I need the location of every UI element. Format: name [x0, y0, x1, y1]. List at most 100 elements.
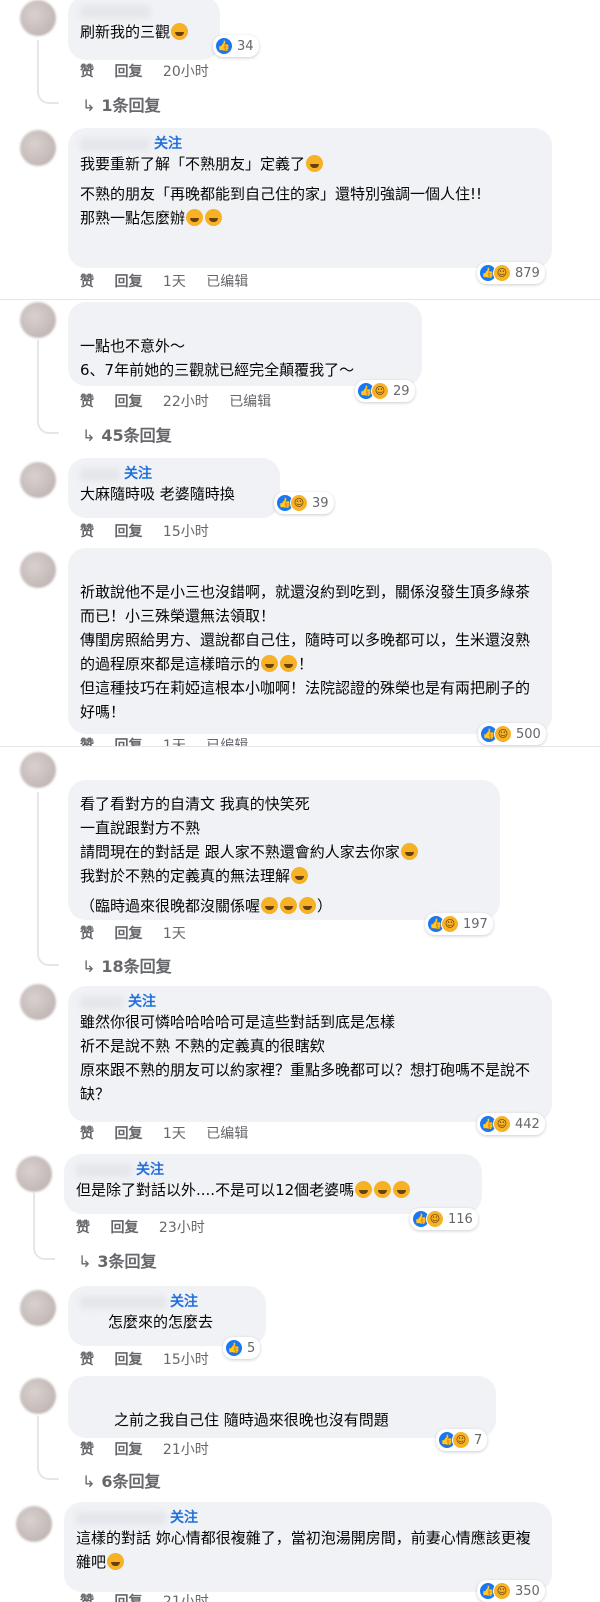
view-replies-link[interactable]: ↳ 18条回复: [82, 953, 172, 977]
comment-time[interactable]: 20小时: [163, 64, 209, 80]
like-button[interactable]: 赞: [80, 64, 94, 80]
reply-button[interactable]: 回复: [114, 1594, 142, 1602]
avatar[interactable]: [20, 1290, 56, 1326]
comment-bubble: 看了看對方的自清文 我真的快笑死 一直說跟對方不熟 請問現在的對話是 跟人家不熟…: [68, 780, 500, 920]
avatar[interactable]: [20, 1378, 56, 1414]
comment-actions: 赞 回复 15小时: [80, 522, 225, 542]
avatar[interactable]: [20, 462, 56, 498]
reaction-summary[interactable]: 👍 ☺ 879: [477, 262, 545, 284]
reaction-summary[interactable]: 👍 ☺ 350: [477, 1580, 545, 1602]
reaction-count: 5: [247, 1340, 256, 1356]
comment-bubble: 关注 這樣的對話 妳心情都很複雜了，當初泡湯開房間，前妻心情應該更複雜吧: [64, 1502, 552, 1592]
reaction-summary[interactable]: 👍 ☺ 39: [274, 492, 334, 514]
reaction-summary[interactable]: 👍 ☺ 29: [355, 380, 415, 402]
comment-time[interactable]: 22小时: [163, 394, 209, 410]
comment-bubble: 祈敢說他不是小三也沒錯啊，就還沒約到吃到，關係沒發生頂多綠茶而已！小三殊榮還無法…: [68, 548, 552, 734]
follow-button[interactable]: 关注: [170, 1294, 198, 1310]
follow-button[interactable]: 关注: [170, 1510, 198, 1526]
reaction-count: 7: [474, 1432, 483, 1448]
comment-text-2: 我對於不熟的定義真的無法理解: [80, 867, 291, 885]
follow-button[interactable]: 关注: [124, 466, 152, 482]
comment-text-3: 但這種技巧在莉婭這根本小咖啊！法院認證的殊榮也是有兩把刷子的好嗎！: [80, 679, 531, 721]
author-name[interactable]: [80, 467, 120, 481]
avatar[interactable]: [20, 752, 56, 788]
reply-button[interactable]: 回复: [114, 524, 142, 540]
like-button[interactable]: 赞: [80, 394, 94, 410]
comment-time[interactable]: 23小时: [159, 1220, 205, 1236]
reply-button[interactable]: 回复: [110, 1220, 138, 1236]
avatar[interactable]: [20, 552, 56, 588]
reaction-summary[interactable]: 👍 ☺ 116: [410, 1208, 478, 1230]
comment-bubble: 一點也不意外～ 6、7年前她的三觀就已經完全顛覆我了～: [68, 302, 422, 386]
rofl-emoji-icon: [400, 843, 418, 860]
view-replies-link[interactable]: ↳ 45条回复: [82, 422, 172, 446]
like-button[interactable]: 赞: [80, 274, 94, 290]
thread-line: [37, 792, 59, 966]
like-button[interactable]: 赞: [76, 1220, 90, 1236]
face-emoji-icon: [306, 155, 324, 172]
comment-time[interactable]: 15小时: [163, 524, 209, 540]
rofl-emoji-icon: [280, 897, 298, 914]
avatar[interactable]: [20, 0, 56, 36]
haha-reaction-icon: ☺: [493, 1115, 511, 1133]
reaction-summary[interactable]: 👍 34: [213, 35, 259, 57]
haha-reaction-icon: ☺: [290, 494, 308, 512]
like-button[interactable]: 赞: [80, 1594, 94, 1602]
reaction-summary[interactable]: 👍 ☺ 500: [478, 723, 546, 745]
reply-button[interactable]: 回复: [114, 274, 142, 290]
rofl-emoji-icon: [299, 897, 317, 914]
comment-text: 大麻隨時吸 老婆隨時換: [80, 485, 235, 503]
author-name[interactable]: [76, 1163, 132, 1177]
author-name[interactable]: [80, 5, 150, 18]
comment-text-2: 不熟的朋友「再晚都能到自己住的家」還特別強調一個人住!! 那熟一點怎麼辦: [80, 185, 483, 227]
author-name[interactable]: [80, 995, 124, 1009]
avatar[interactable]: [20, 984, 56, 1020]
view-replies-link[interactable]: ↳ 6条回复: [82, 1468, 161, 1492]
like-button[interactable]: 赞: [80, 926, 94, 942]
reply-button[interactable]: 回复: [114, 1442, 142, 1458]
view-replies-link[interactable]: ↳ 3条回复: [78, 1248, 157, 1272]
comment-time[interactable]: 1天: [163, 1126, 186, 1142]
reaction-count: 39: [312, 495, 329, 511]
comment-bubble: 之前之我自己住 隨時過來很晚也沒有問題: [68, 1376, 496, 1438]
rofl-emoji-icon: [261, 897, 279, 914]
reaction-summary[interactable]: 👍 ☺ 7: [436, 1429, 488, 1451]
comment-time[interactable]: 1天: [163, 274, 186, 290]
rofl-emoji-icon: [261, 655, 279, 672]
comment-time[interactable]: 21小时: [163, 1594, 209, 1602]
comment-time[interactable]: 1天: [163, 926, 186, 942]
like-button[interactable]: 赞: [80, 524, 94, 540]
author-name[interactable]: [80, 1295, 166, 1309]
haha-reaction-icon: ☺: [493, 1582, 511, 1600]
comment-time[interactable]: 21小时: [163, 1442, 209, 1458]
follow-button[interactable]: 关注: [136, 1162, 164, 1178]
like-button[interactable]: 赞: [80, 1442, 94, 1458]
like-button[interactable]: 赞: [80, 1352, 94, 1368]
view-replies-link[interactable]: ↳ 1条回复: [82, 92, 161, 116]
comment-time[interactable]: 1天: [163, 738, 186, 746]
divider: [0, 299, 600, 300]
reply-button[interactable]: 回复: [114, 1126, 142, 1142]
comment-text: 刷新我的三觀: [80, 23, 171, 41]
reaction-summary[interactable]: 👍 5: [223, 1337, 261, 1359]
like-button[interactable]: 赞: [80, 738, 94, 746]
like-button[interactable]: 赞: [80, 1126, 94, 1142]
comment-text: 雖然你很可憐哈哈哈哈可是這些對話到底是怎樣 祈不是說不熟 不熟的定義真的很瞎欸 …: [80, 1013, 531, 1103]
follow-button[interactable]: 关注: [154, 136, 182, 152]
follow-button[interactable]: 关注: [128, 994, 156, 1010]
reaction-summary[interactable]: 👍 ☺ 197: [425, 913, 493, 935]
reply-button[interactable]: 回复: [114, 738, 142, 746]
comment-actions: 赞 回复 21小时: [80, 1592, 225, 1602]
reply-button[interactable]: 回复: [114, 926, 142, 942]
avatar[interactable]: [16, 1506, 52, 1542]
reply-button[interactable]: 回复: [114, 64, 142, 80]
reaction-summary[interactable]: 👍 ☺ 442: [477, 1113, 545, 1135]
reply-button[interactable]: 回复: [114, 1352, 142, 1368]
reply-button[interactable]: 回复: [114, 394, 142, 410]
avatar[interactable]: [16, 1156, 52, 1192]
avatar[interactable]: [20, 302, 56, 338]
author-name[interactable]: [80, 137, 150, 151]
author-name[interactable]: [76, 1511, 166, 1525]
avatar[interactable]: [20, 130, 56, 166]
comment-time[interactable]: 15小时: [163, 1352, 209, 1368]
